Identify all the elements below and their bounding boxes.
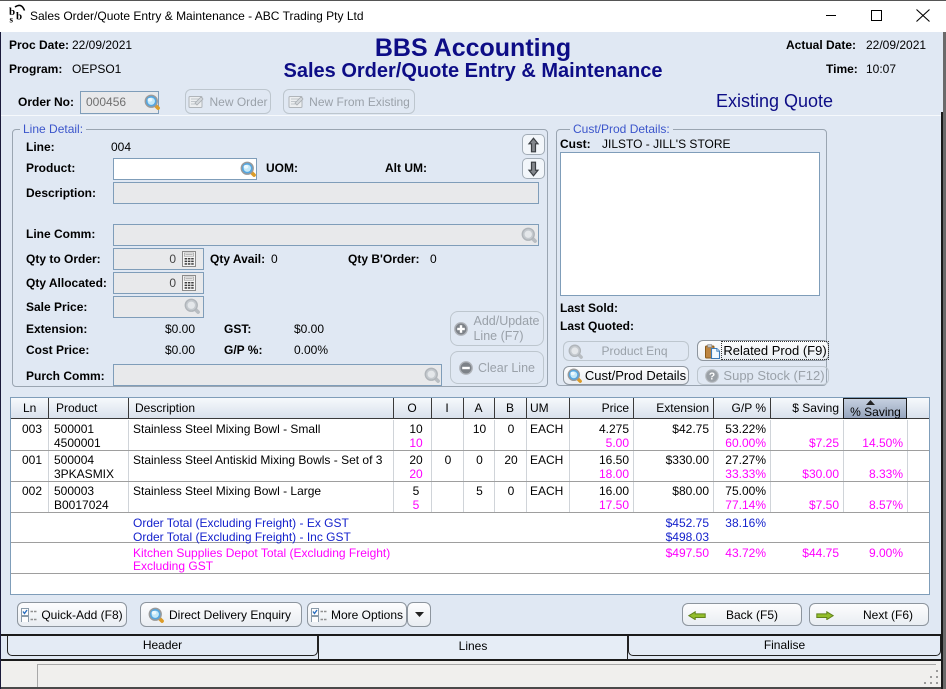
svg-text:b: b bbox=[16, 11, 22, 23]
svg-text:s: s bbox=[10, 15, 14, 25]
